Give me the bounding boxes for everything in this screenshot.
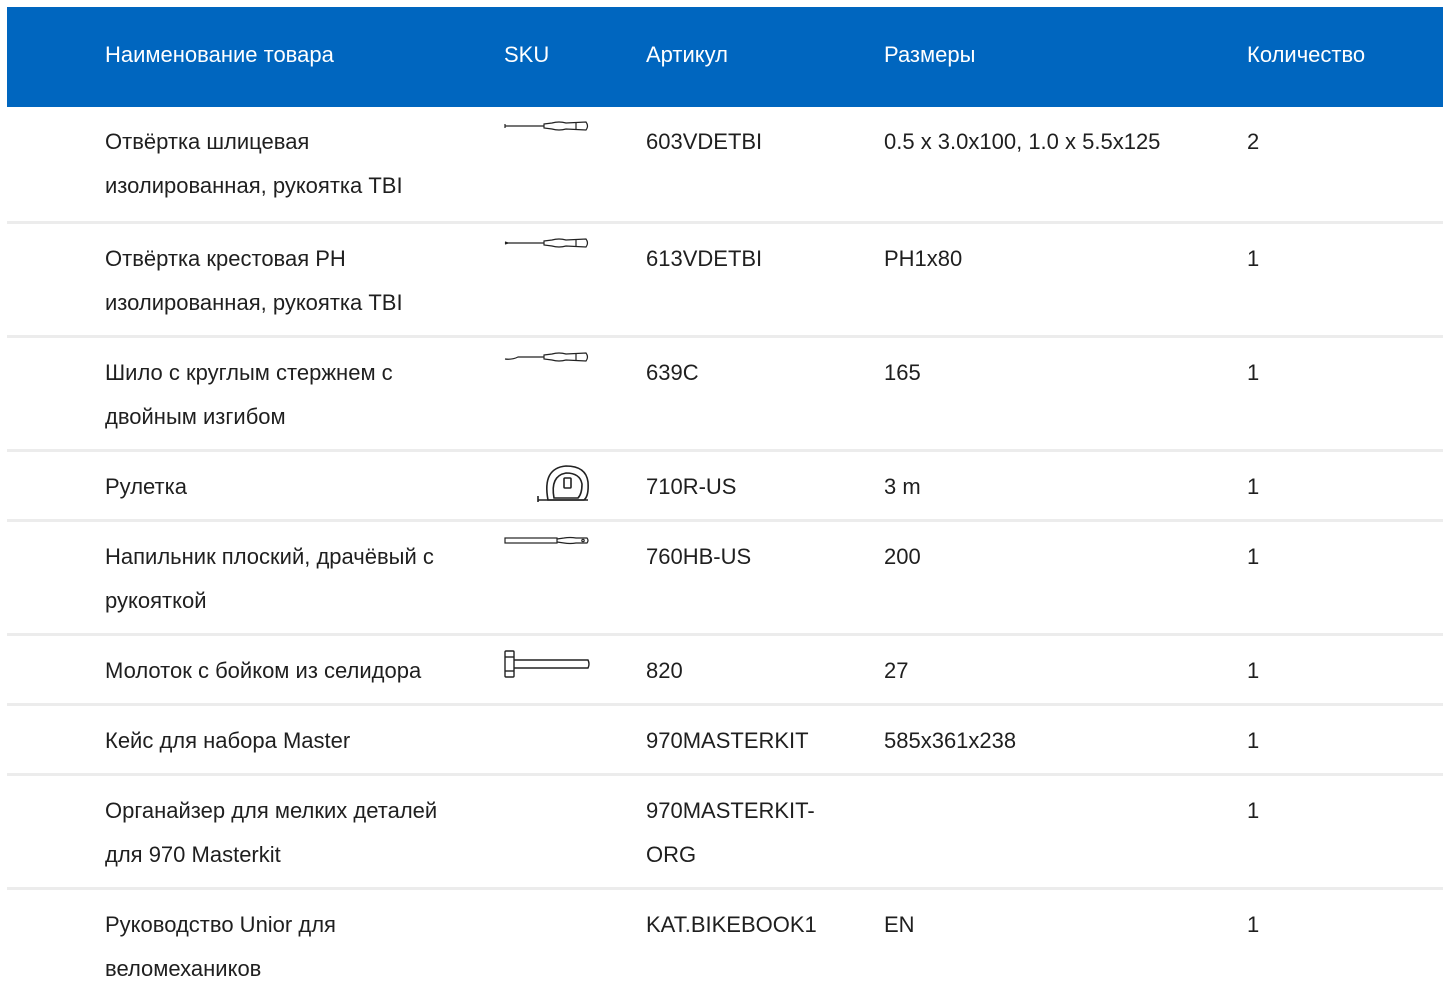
table-row: Отвёртка крестовая PH изолированная, рук… — [7, 224, 1443, 335]
product-name: Шило с круглым стержнем с двойным изгибо… — [105, 360, 393, 429]
product-size: PH1x80 — [884, 246, 963, 271]
product-size: 200 — [884, 544, 921, 569]
column-header-article: Артикул — [646, 42, 729, 67]
product-article: 710R-US — [646, 474, 737, 499]
product-article: 603VDETBI — [646, 129, 763, 154]
product-size: 27 — [884, 658, 909, 683]
product-qty: 1 — [1247, 246, 1260, 271]
product-size: 3 m — [884, 474, 921, 499]
table-row: Рулетка 710R-US 3 m 1 — [7, 452, 1443, 519]
product-qty: 1 — [1247, 544, 1260, 569]
table-row: Шило с круглым стержнем с двойным изгибо… — [7, 338, 1443, 449]
product-article: 613VDETBI — [646, 246, 763, 271]
table-header: Наименование товара SKU Артикул Размеры … — [7, 7, 1443, 107]
product-qty: 1 — [1247, 912, 1260, 937]
product-name: Органайзер для мелких деталей для 970 Ma… — [105, 798, 438, 867]
product-article: KAT.BIKEBOOK1 — [646, 912, 817, 937]
product-qty: 1 — [1247, 658, 1260, 683]
product-name: Молоток с бойком из селидора — [105, 658, 422, 683]
product-qty: 1 — [1247, 360, 1260, 385]
table-row: Отвёртка шлицевая изолированная, рукоятк… — [7, 107, 1443, 221]
product-size: EN — [884, 912, 915, 937]
product-name: Кейс для набора Master — [105, 728, 351, 753]
product-qty: 1 — [1247, 728, 1260, 753]
product-name: Руководство Unior для веломехаников — [105, 912, 336, 981]
product-article: 820 — [646, 658, 683, 683]
product-name: Отвёртка шлицевая изолированная, рукоятк… — [105, 129, 403, 198]
table-row: Молоток с бойком из селидора 820 27 1 — [7, 636, 1443, 703]
product-article: 639C — [646, 360, 699, 385]
product-qty: 1 — [1247, 474, 1260, 499]
product-size: 165 — [884, 360, 921, 385]
table-row: Напильник плоский, драчёвый с рукояткой … — [7, 522, 1443, 633]
table-row: Руководство Unior для веломехаников KAT.… — [7, 890, 1443, 1000]
product-name: Отвёртка крестовая PH изолированная, рук… — [105, 246, 403, 315]
file-tool-icon — [504, 534, 590, 548]
product-name: Напильник плоский, драчёвый с рукояткой — [105, 544, 434, 613]
column-header-qty: Количество — [1247, 42, 1366, 67]
product-qty: 2 — [1247, 129, 1260, 154]
product-size: 585x361x238 — [884, 728, 1017, 753]
product-qty: 1 — [1247, 798, 1260, 823]
flat-screwdriver-icon — [504, 119, 590, 133]
hammer-icon — [504, 647, 590, 681]
column-header-size: Размеры — [884, 42, 976, 67]
column-header-sku: SKU — [504, 42, 550, 67]
table-row: Органайзер для мелких деталей для 970 Ma… — [7, 776, 1443, 887]
product-article: 760HB-US — [646, 544, 752, 569]
column-header-name: Наименование товара — [105, 42, 334, 67]
product-table: Наименование товара SKU Артикул Размеры … — [7, 7, 1443, 1000]
phillips-screwdriver-icon — [504, 236, 590, 250]
product-article: 970MASTERKIT — [646, 728, 809, 753]
product-name: Рулетка — [105, 474, 187, 499]
table-row: Кейс для набора Master 970MASTERKIT 585x… — [7, 706, 1443, 773]
awl-icon — [504, 350, 590, 364]
tape-measure-icon — [504, 462, 590, 504]
product-article: 970MASTERKIT- ORG — [646, 798, 815, 867]
product-size: 0.5 x 3.0x100, 1.0 x 5.5x125 — [884, 129, 1161, 154]
